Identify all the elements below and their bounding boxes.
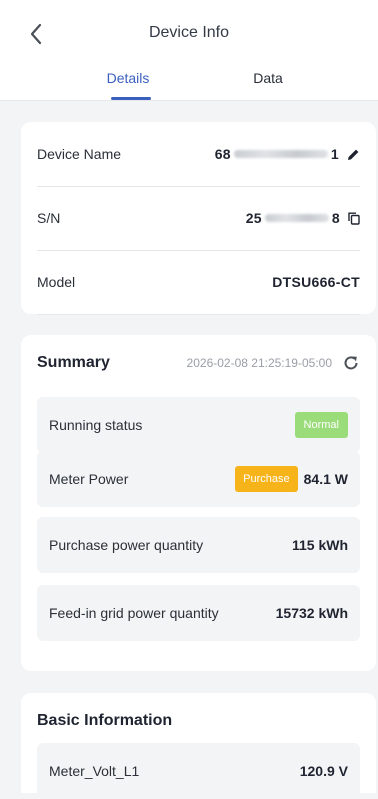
summary-title: Summary <box>37 354 110 371</box>
purchase-power-label: Purchase power quantity <box>49 537 204 553</box>
purchase-badge: Purchase <box>235 466 298 492</box>
tab-data[interactable]: Data <box>236 70 300 86</box>
feed-in-value: 15732 kWh <box>275 605 348 621</box>
device-name-value: 68 1 <box>215 146 360 162</box>
device-name-suffix: 1 <box>330 146 339 162</box>
copy-serial-button[interactable] <box>348 212 360 225</box>
purchase-power-value: 115 kWh <box>291 537 348 553</box>
purchase-power-row: Purchase power quantity 115 kWh <box>37 517 360 573</box>
meter-volt-l1-row: Meter_Volt_L1 120.9 V <box>37 743 360 799</box>
meter-power-group: Purchase 84.1 W <box>235 466 348 492</box>
serial-number-label: S/N <box>37 210 61 226</box>
summary-timestamp: 2026-02-08 21:25:19-05:00 <box>186 356 332 370</box>
serial-number-redacted <box>264 214 329 222</box>
serial-number-row: S/N 25 8 <box>37 186 360 251</box>
basic-info-card: Basic Information Meter_Volt_L1 120.9 V <box>21 693 376 799</box>
serial-number-suffix: 8 <box>331 210 340 226</box>
pencil-icon <box>348 149 359 160</box>
feed-in-label: Feed-in grid power quantity <box>49 605 219 621</box>
model-label: Model <box>37 274 76 290</box>
summary-card: Summary 2026-02-08 21:25:19-05:00 Runnin… <box>21 335 376 671</box>
device-name-redacted <box>233 150 328 158</box>
meter-power-label: Meter Power <box>49 471 129 487</box>
edit-name-button[interactable] <box>347 148 360 161</box>
device-name-label: Device Name <box>37 146 122 162</box>
refresh-button[interactable] <box>342 354 360 372</box>
summary-header: Summary 2026-02-08 21:25:19-05:00 <box>37 351 360 375</box>
basic-info-header: Basic Information <box>37 709 360 733</box>
feed-in-row: Feed-in grid power quantity 15732 kWh <box>37 585 360 641</box>
tab-details[interactable]: Details <box>96 70 160 86</box>
serial-number-value: 25 8 <box>246 210 360 226</box>
device-name-prefix: 68 <box>214 146 231 162</box>
running-status-label: Running status <box>49 417 143 433</box>
running-status-row: Running status Normal <box>37 397 360 453</box>
meter-volt-l1-value: 120.9 V <box>299 763 348 779</box>
meter-power-row: Meter Power Purchase 84.1 W <box>37 451 360 507</box>
device-card: Device Name 68 1 S/N 25 8 Model DTSU666-… <box>21 122 376 315</box>
status-badge: Normal <box>294 412 348 438</box>
meter-power-value: 84.1 W <box>303 471 348 487</box>
page-title: Device Info <box>148 24 230 41</box>
refresh-icon <box>344 356 358 370</box>
device-name-row: Device Name 68 1 <box>37 122 360 187</box>
copy-icon <box>348 212 360 225</box>
tab-bar: Details Data <box>0 70 378 100</box>
model-value: DTSU666-CT <box>272 274 360 290</box>
serial-number-prefix: 25 <box>245 210 262 226</box>
meter-volt-l1-label: Meter_Volt_L1 <box>49 763 140 779</box>
model-row: Model DTSU666-CT <box>37 250 360 315</box>
active-tab-indicator <box>111 97 151 100</box>
top-bar: Device Info Details Data <box>0 0 378 101</box>
basic-info-title: Basic Information <box>37 712 173 729</box>
